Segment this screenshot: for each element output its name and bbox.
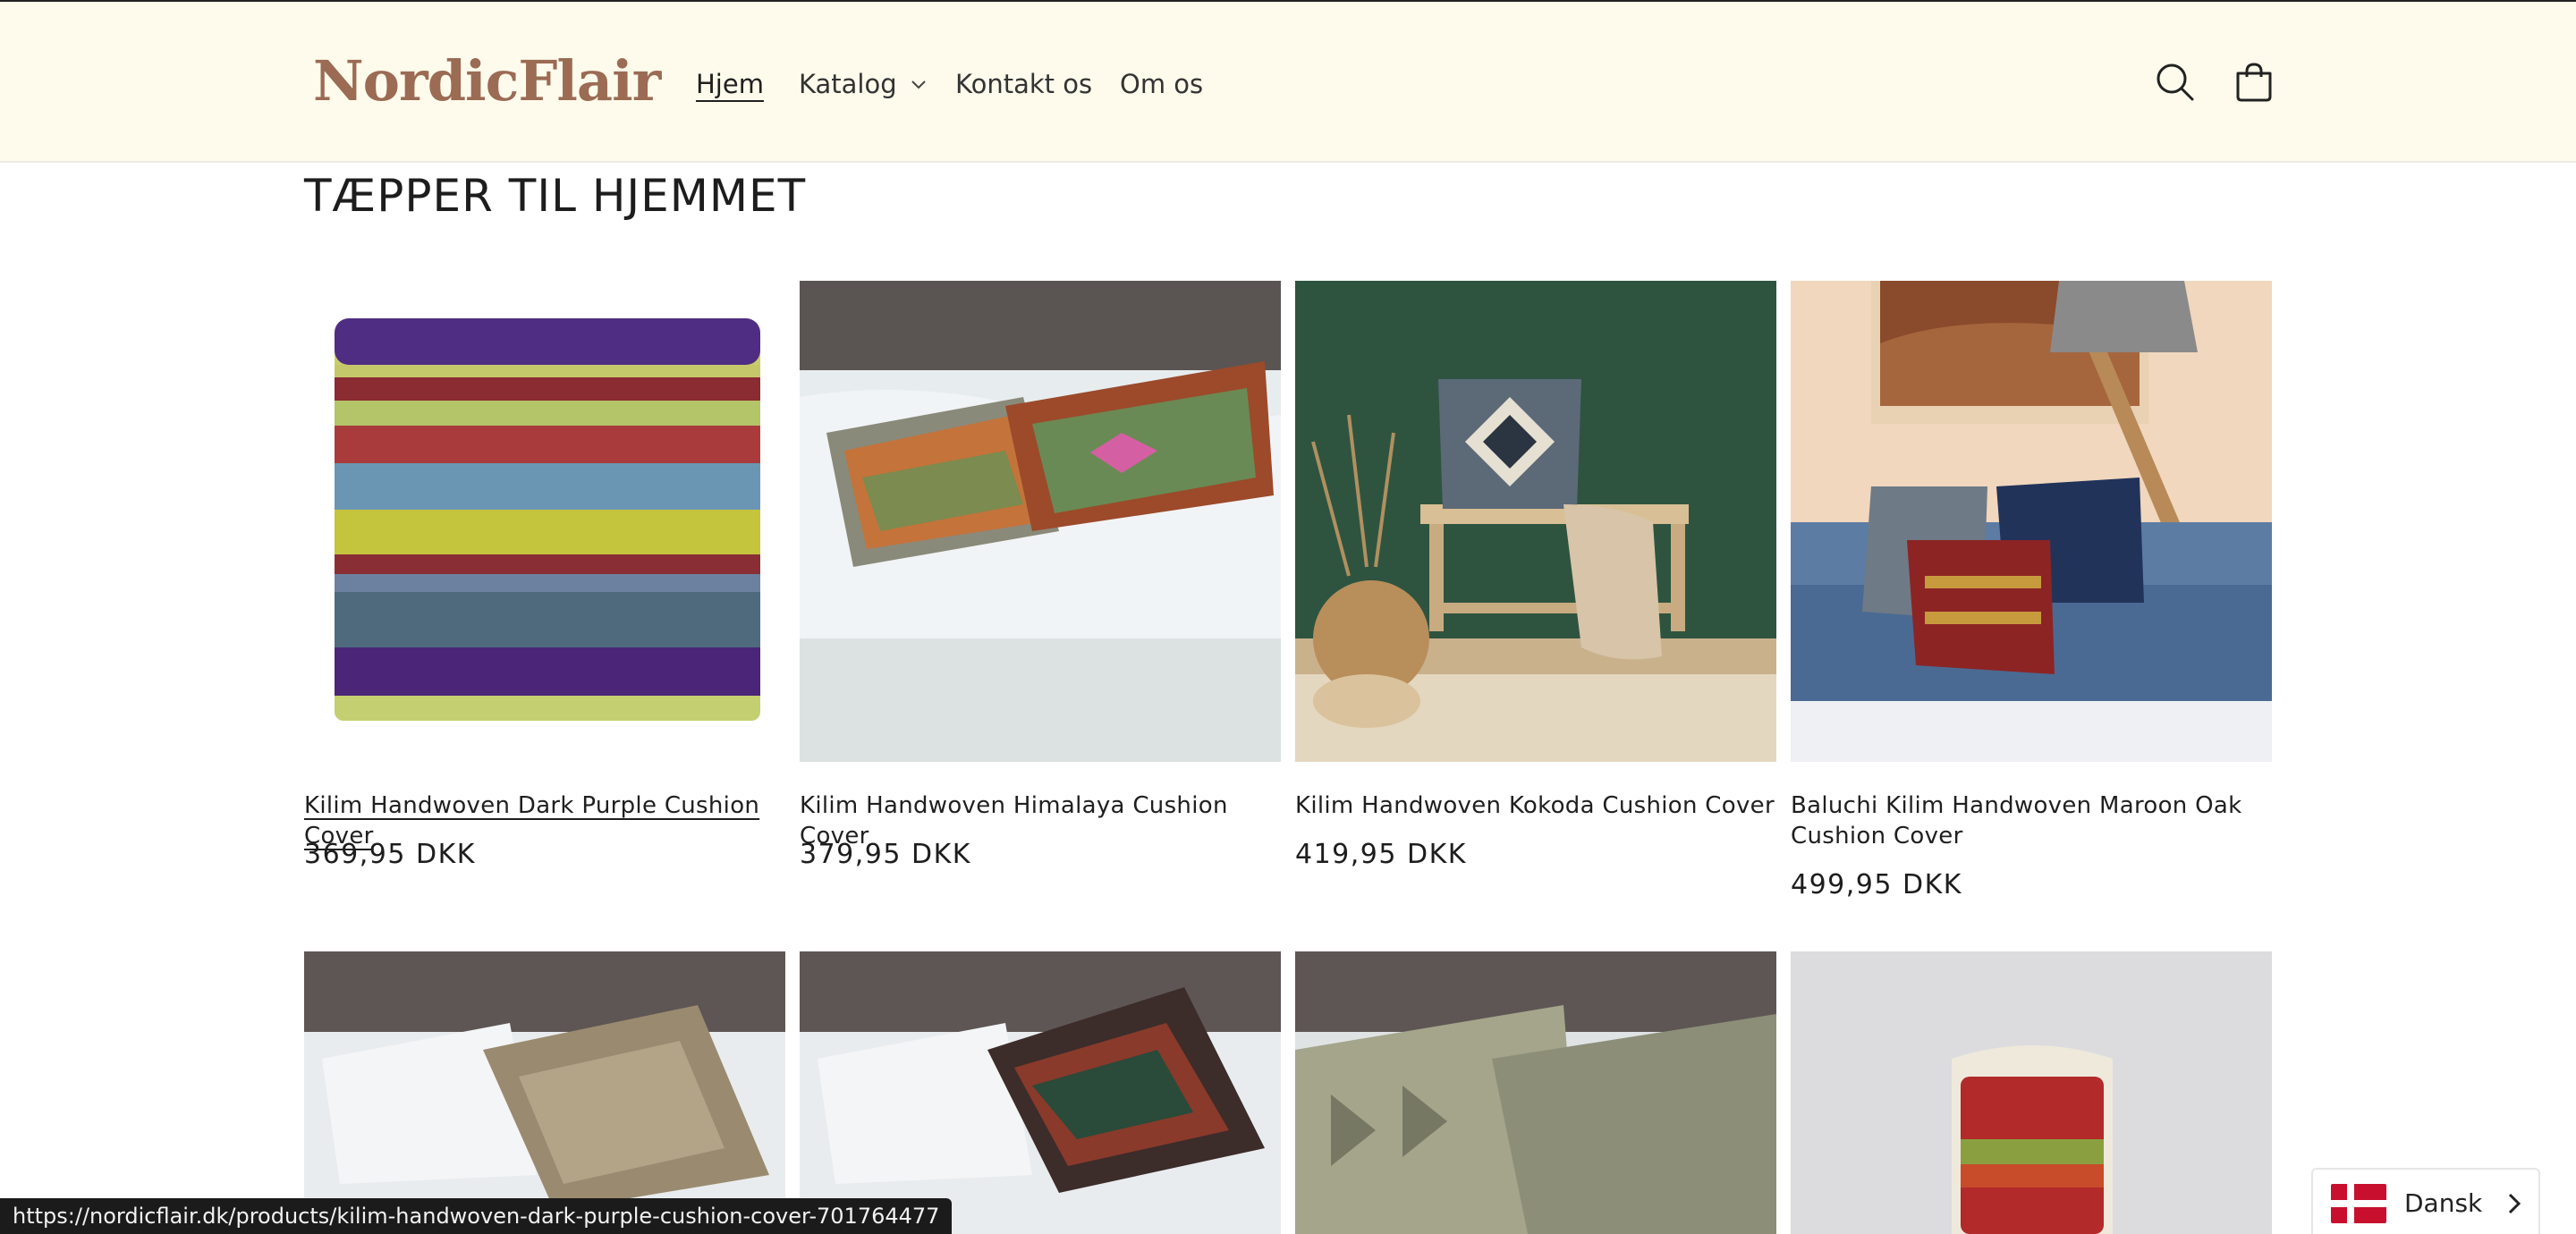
- language-label: Dansk: [2404, 1188, 2483, 1218]
- product-title[interactable]: Kilim Handwoven Kokoda Cushion Cover: [1295, 790, 1776, 821]
- chevron-down-icon: [911, 80, 926, 89]
- nav-about[interactable]: Om os: [1120, 66, 1203, 102]
- nav-contact[interactable]: Kontakt os: [955, 66, 1092, 102]
- collection-title: TÆPPER TIL HJEMMET: [304, 170, 807, 222]
- product-price: 369,95 DKK: [304, 839, 476, 870]
- product-price: 419,95 DKK: [1295, 839, 1467, 870]
- chevron-right-icon: [2508, 1193, 2521, 1214]
- product-image[interactable]: [1295, 951, 1776, 1234]
- product-image[interactable]: [304, 281, 785, 762]
- product-title[interactable]: Baluchi Kilim Handwoven Maroon Oak Cushi…: [1791, 790, 2272, 851]
- product-image[interactable]: [304, 951, 785, 1234]
- nav-catalog[interactable]: Katalog: [799, 66, 926, 102]
- cart-icon[interactable]: [2229, 57, 2279, 107]
- nav-home[interactable]: Hjem: [696, 66, 764, 102]
- site-logo[interactable]: NordicFlair: [313, 48, 661, 114]
- nav-catalog-label: Katalog: [799, 69, 897, 99]
- product-image[interactable]: [800, 281, 1281, 762]
- product-image[interactable]: [800, 951, 1281, 1234]
- status-bar-url: https://nordicflair.dk/products/kilim-ha…: [0, 1198, 953, 1234]
- product-image[interactable]: [1295, 281, 1776, 762]
- site-header: NordicFlair Hjem Katalog Kontakt os Om o…: [0, 0, 2576, 163]
- product-price: 379,95 DKK: [800, 839, 971, 870]
- product-price: 499,95 DKK: [1791, 869, 1962, 900]
- language-switcher[interactable]: Dansk: [2311, 1168, 2540, 1234]
- danish-flag-icon: [2331, 1184, 2386, 1223]
- product-image[interactable]: [1791, 951, 2272, 1234]
- search-icon[interactable]: [2150, 57, 2200, 107]
- product-image[interactable]: [1791, 281, 2272, 762]
